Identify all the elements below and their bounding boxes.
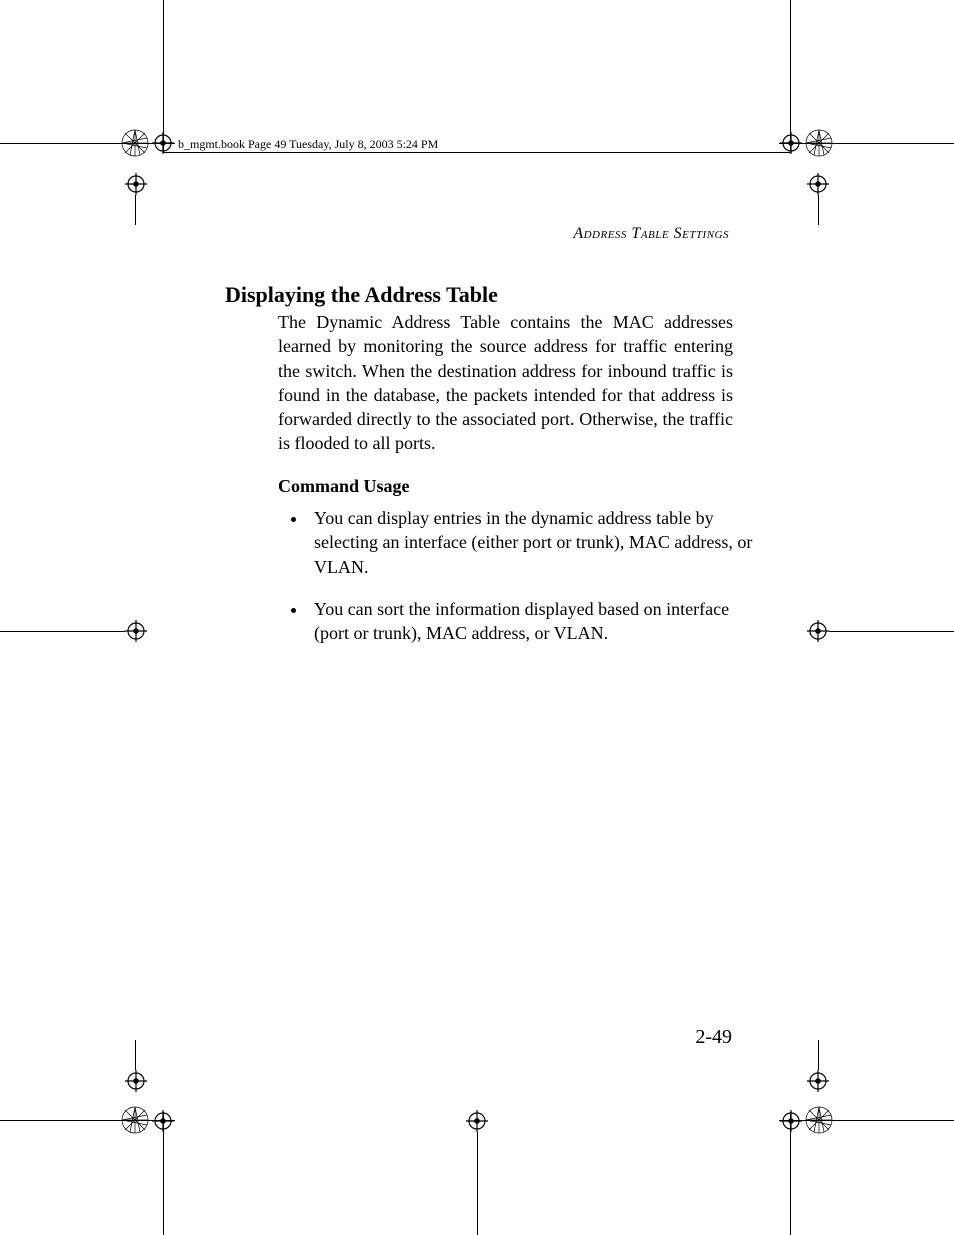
registration-mark-icon xyxy=(125,1070,147,1092)
sunburst-icon xyxy=(804,1105,834,1135)
page-number: 2-49 xyxy=(695,1026,732,1049)
crop-line xyxy=(790,0,791,152)
crop-line xyxy=(163,0,164,152)
registration-mark-icon xyxy=(807,1070,829,1092)
crop-line xyxy=(829,631,954,632)
crop-line xyxy=(477,1132,478,1235)
registration-mark-icon xyxy=(466,1110,488,1132)
registration-mark-icon xyxy=(125,173,147,195)
print-header: b_mgmt.book Page 49 Tuesday, July 8, 200… xyxy=(178,137,438,152)
registration-mark-icon xyxy=(125,620,147,642)
command-usage-list: You can display entries in the dynamic a… xyxy=(278,506,763,663)
list-item: You can display entries in the dynamic a… xyxy=(308,506,763,579)
registration-mark-icon xyxy=(152,1110,174,1132)
page-container: b_mgmt.book Page 49 Tuesday, July 8, 200… xyxy=(0,0,954,1235)
crop-line xyxy=(135,1040,136,1070)
crop-line xyxy=(163,152,791,153)
command-usage-subhead: Command Usage xyxy=(278,476,410,497)
registration-mark-icon xyxy=(807,620,829,642)
section-heading: Displaying the Address Table xyxy=(225,282,498,308)
sunburst-icon xyxy=(120,128,150,158)
registration-mark-icon xyxy=(807,173,829,195)
crop-line xyxy=(0,631,125,632)
crop-line xyxy=(818,195,819,225)
list-item: You can sort the information displayed b… xyxy=(308,597,763,646)
intro-paragraph: The Dynamic Address Table contains the M… xyxy=(278,310,733,456)
running-header: Address Table Settings xyxy=(329,225,729,243)
sunburst-icon xyxy=(120,1105,150,1135)
crop-line xyxy=(135,195,136,225)
registration-mark-icon xyxy=(780,1110,802,1132)
sunburst-icon xyxy=(804,128,834,158)
registration-mark-icon xyxy=(152,132,174,154)
crop-line xyxy=(818,1040,819,1070)
registration-mark-icon xyxy=(780,132,802,154)
